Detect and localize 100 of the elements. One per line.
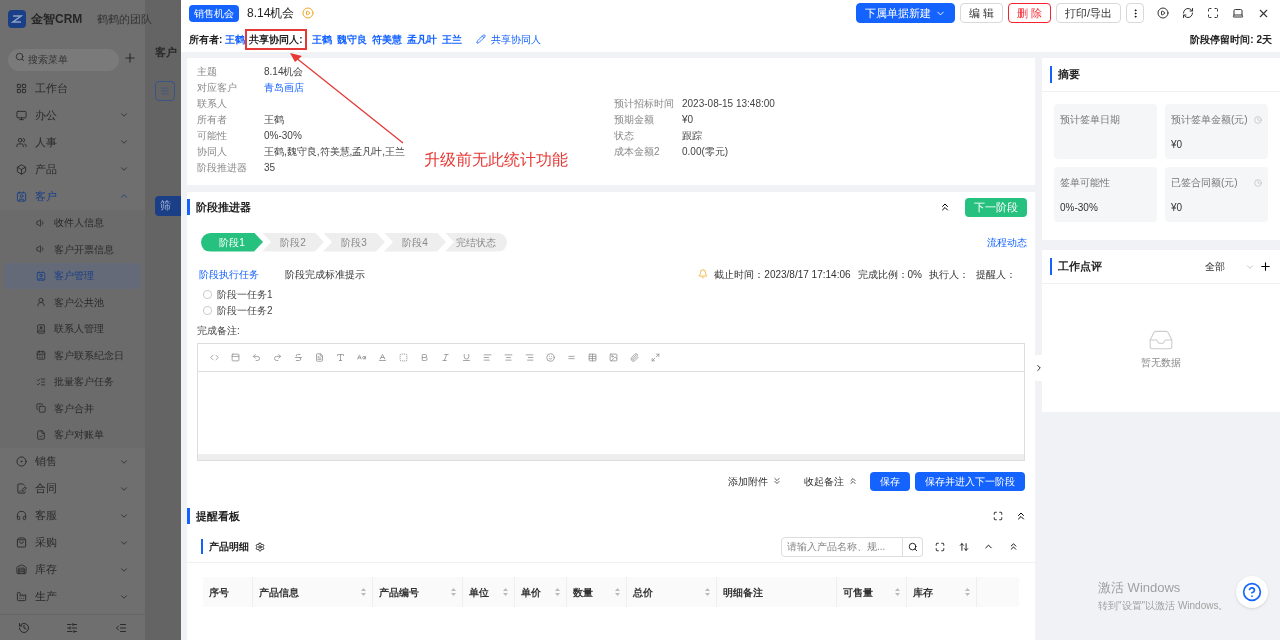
filter-button[interactable]: 筛 xyxy=(155,195,181,216)
save-next-button[interactable]: 保存并进入下一阶段 xyxy=(915,471,1025,491)
owner-label: 所有者: xyxy=(189,32,223,47)
fullscreen-icon[interactable] xyxy=(1207,7,1219,19)
column-header[interactable]: 可售量 xyxy=(837,577,907,607)
column-header[interactable]: 数量 xyxy=(567,577,627,607)
shared-person-name[interactable]: 符美慧 xyxy=(371,31,402,47)
shared-person-name[interactable]: 王兰 xyxy=(441,31,462,47)
laptop-icon[interactable] xyxy=(1232,7,1244,19)
toolbar-icon[interactable] xyxy=(588,353,597,362)
menu-item[interactable]: 销售 xyxy=(0,448,145,475)
toolbar-icon[interactable] xyxy=(609,353,618,362)
task-checkbox[interactable] xyxy=(203,306,212,315)
search-button[interactable] xyxy=(903,536,923,557)
column-header[interactable]: 单价 xyxy=(515,577,567,607)
toolbar-icon[interactable] xyxy=(231,353,240,362)
toolbar-icon[interactable] xyxy=(483,353,492,362)
list-view-icon[interactable] xyxy=(155,80,175,101)
attach-toggle[interactable]: 添加附件 xyxy=(728,473,768,489)
column-header[interactable]: 库存 xyxy=(907,577,977,607)
review-filter[interactable]: 全部 xyxy=(1205,259,1225,274)
column-header[interactable]: 产品编号 xyxy=(373,577,463,607)
toolbar-icon[interactable] xyxy=(567,353,576,362)
menu-icon xyxy=(36,376,46,387)
menu-item[interactable]: 采购 xyxy=(0,529,145,556)
column-header[interactable]: 产品信息 xyxy=(253,577,373,607)
history-icon[interactable] xyxy=(18,621,31,634)
action-button[interactable]: 删 除 xyxy=(1007,3,1051,23)
toolbar-icon[interactable] xyxy=(651,353,660,362)
sliders-icon[interactable] xyxy=(66,621,79,634)
collapse-menu-icon[interactable] xyxy=(114,621,127,634)
stage-step[interactable]: 完结状态 xyxy=(445,232,507,252)
stage-step[interactable]: 阶段2 xyxy=(262,232,324,252)
collapse-icon[interactable] xyxy=(939,201,951,213)
toolbar-icon[interactable] xyxy=(336,353,345,362)
chevrons-up-icon[interactable] xyxy=(848,476,858,486)
toolbar-icon[interactable] xyxy=(462,353,471,362)
menu-item[interactable]: 生产 xyxy=(0,583,145,610)
refresh-icon[interactable] xyxy=(1182,7,1194,19)
action-button[interactable]: 编 辑 xyxy=(959,3,1003,23)
save-button[interactable]: 保存 xyxy=(870,471,910,491)
pencil-icon[interactable] xyxy=(475,34,486,44)
toolbar-icon[interactable] xyxy=(294,353,303,362)
flow-link[interactable]: 流程动态 xyxy=(987,234,1027,250)
settings-icon[interactable] xyxy=(255,541,265,552)
toolbar-icon[interactable] xyxy=(630,353,639,362)
toolbar-icon[interactable] xyxy=(399,353,408,362)
action-button[interactable]: 下属单据新建 xyxy=(855,3,955,23)
empty-text: 暂无数据 xyxy=(1141,355,1181,370)
collapse-icon[interactable] xyxy=(1015,510,1027,522)
stage-step[interactable]: 阶段4 xyxy=(384,232,446,252)
toolbar-icon[interactable] xyxy=(378,353,387,362)
product-search-field[interactable]: 请输入产品名称、规... xyxy=(781,536,903,557)
shared-person-name[interactable]: 王鹤 xyxy=(311,31,332,47)
menu-item[interactable]: 库存 xyxy=(0,556,145,583)
play-icon[interactable] xyxy=(1157,7,1169,19)
customer-link[interactable]: 青岛画店 xyxy=(264,80,304,95)
fullscreen-icon[interactable] xyxy=(935,541,945,552)
collapse-note-toggle[interactable]: 收起备注 xyxy=(804,473,844,489)
menu-item[interactable]: 产品 xyxy=(0,155,145,183)
add-icon[interactable] xyxy=(1259,260,1272,273)
task-checkbox[interactable] xyxy=(203,290,212,299)
clock-icon xyxy=(1254,115,1262,124)
column-header[interactable]: 单位 xyxy=(463,577,515,607)
menu-item[interactable]: 办公 xyxy=(0,101,145,129)
menu-icon xyxy=(16,537,27,548)
toolbar-icon[interactable] xyxy=(420,353,429,362)
chevrons-down-icon[interactable] xyxy=(772,476,782,486)
toolbar-icon[interactable] xyxy=(315,353,324,362)
menu-item[interactable]: 人事 xyxy=(0,128,145,156)
toolbar-icon[interactable] xyxy=(273,353,282,362)
section-title: 阶段推进器 xyxy=(187,198,251,216)
toolbar-icon[interactable] xyxy=(210,353,219,362)
toolbar-icon[interactable] xyxy=(504,353,513,362)
note-editor[interactable] xyxy=(197,343,1025,461)
chevron-up-icon xyxy=(119,191,129,201)
action-button[interactable]: 打印/导出 xyxy=(1055,3,1121,23)
fullscreen-icon[interactable] xyxy=(993,511,1003,521)
field-label: 成本金额2 xyxy=(614,145,661,159)
toolbar-icon[interactable] xyxy=(357,353,366,362)
more-button[interactable] xyxy=(1126,3,1144,23)
column-header[interactable]: 总价 xyxy=(627,577,717,607)
sort-icon[interactable] xyxy=(959,541,969,552)
menu-icon xyxy=(36,270,46,281)
shared-person-name[interactable]: 魏守良 xyxy=(336,31,367,47)
toolbar-icon[interactable] xyxy=(525,353,534,362)
search-icon xyxy=(907,541,918,552)
task-tab[interactable]: 阶段执行任务 xyxy=(199,266,259,282)
shared-person-name[interactable]: 孟凡叶 xyxy=(406,31,437,47)
edit-shared-link[interactable]: 共享协同人 xyxy=(490,31,541,47)
field-value: 0.00(零元) xyxy=(682,145,729,159)
task-tab[interactable]: 阶段完成标准提示 xyxy=(285,266,365,282)
menu-item[interactable]: 客服 xyxy=(0,502,145,529)
owner-name: 王鹤 xyxy=(225,32,246,47)
toolbar-icon[interactable] xyxy=(546,353,555,362)
collapse-icon[interactable] xyxy=(1008,541,1019,552)
toolbar-icon[interactable] xyxy=(252,353,261,362)
help-button[interactable] xyxy=(1236,576,1268,608)
stage-step[interactable]: 阶段3 xyxy=(323,232,385,252)
toolbar-icon[interactable] xyxy=(441,353,450,362)
